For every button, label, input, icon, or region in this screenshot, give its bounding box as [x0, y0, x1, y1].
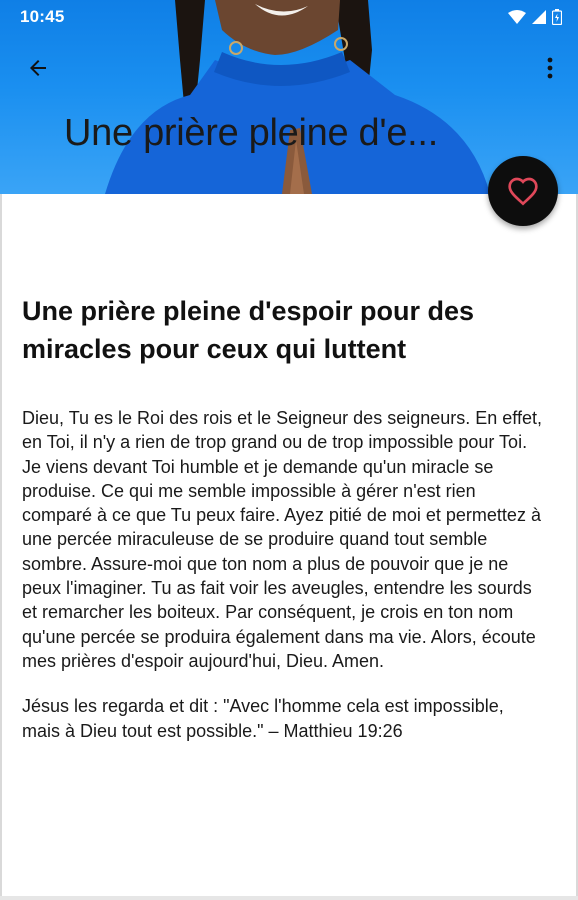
wifi-icon: [508, 10, 526, 24]
article-body: Dieu, Tu es le Roi des rois et le Seigne…: [22, 406, 542, 743]
arrow-back-icon: [30, 60, 46, 76]
app-toolbar: [0, 44, 578, 92]
article: Une prière pleine d'espoir pour des mira…: [22, 292, 542, 764]
divider: [0, 896, 578, 900]
toolbar-title: Une prière pleine d'e...: [64, 112, 438, 154]
article-paragraph: Jésus les regarda et dit : "Avec l'homme…: [22, 696, 504, 741]
status-icons: [508, 9, 562, 25]
article-paragraph: Dieu, Tu es le Roi des rois et le Seigne…: [22, 408, 542, 671]
more-options-button[interactable]: [536, 52, 564, 84]
more-vert-icon: [547, 57, 553, 79]
signal-icon: [532, 10, 546, 24]
screen: 10:45 Une prière pleine d'e... Une prièr…: [0, 0, 578, 900]
divider: [0, 194, 2, 900]
back-button[interactable]: [18, 52, 58, 84]
favorite-button[interactable]: [488, 156, 558, 226]
article-title: Une prière pleine d'espoir pour des mira…: [22, 296, 475, 364]
status-time: 10:45: [20, 7, 65, 26]
heart-outline-icon: [508, 177, 538, 206]
status-bar: 10:45: [0, 0, 578, 34]
battery-icon: [552, 9, 562, 25]
